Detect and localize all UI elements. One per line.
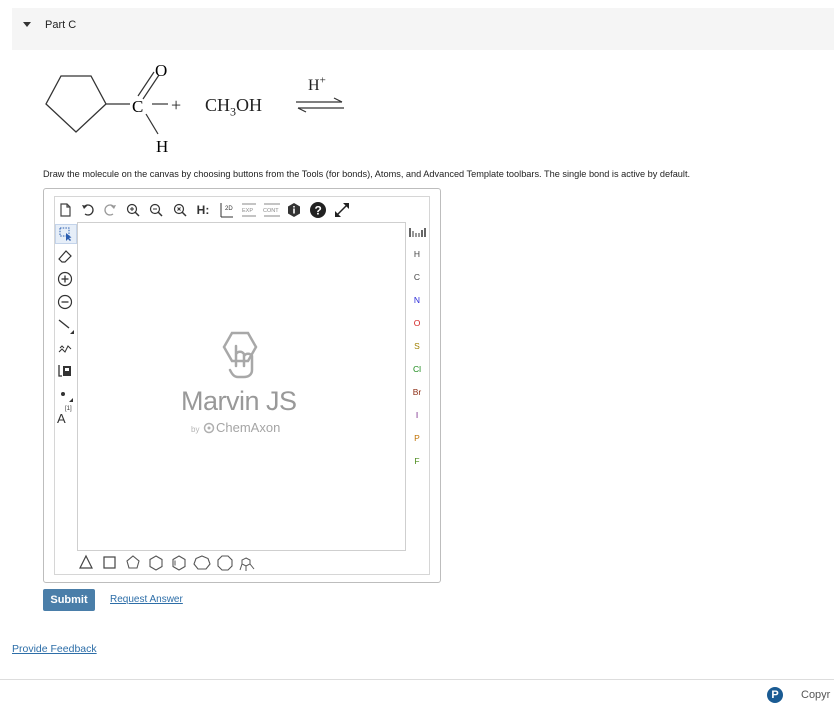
- atom-dot-tool-icon[interactable]: [57, 386, 75, 404]
- cyclooctane-template-icon[interactable]: [217, 555, 233, 571]
- template-tool-icon[interactable]: [56, 362, 74, 380]
- cycloheptane-template-icon[interactable]: [193, 555, 211, 570]
- text-tool-superscript: [1]: [65, 406, 72, 412]
- structure-info-icon[interactable]: [286, 202, 302, 218]
- zoom-in-icon[interactable]: [125, 202, 141, 218]
- chemaxon-logo-icon: [203, 422, 215, 434]
- chain-tool-icon[interactable]: [57, 340, 73, 356]
- expand-label: EXP: [242, 208, 253, 214]
- redo-icon[interactable]: [102, 202, 118, 218]
- atom-button-i[interactable]: I: [410, 410, 424, 420]
- fullscreen-icon[interactable]: [333, 201, 351, 219]
- selection-tool-icon[interactable]: [55, 224, 77, 244]
- marvin-logo-icon: [222, 331, 258, 379]
- catalyst-label: H+: [308, 75, 326, 95]
- aldehyde-structure: O C H: [45, 61, 168, 156]
- cyclopropane-template-icon[interactable]: [79, 554, 93, 569]
- atom-button-br[interactable]: Br: [410, 387, 424, 397]
- atom-button-n[interactable]: N: [410, 295, 424, 305]
- catalyst-text: H+: [308, 75, 326, 95]
- cyclobutane-template-icon[interactable]: [103, 556, 116, 569]
- request-answer-link[interactable]: Request Answer: [110, 594, 183, 605]
- equilibrium-arrow-icon: [296, 97, 344, 113]
- periodic-table-icon[interactable]: [408, 226, 426, 238]
- template-toolbar: [79, 554, 255, 571]
- marvin-logo-text: Marvin JS: [181, 386, 297, 416]
- help-icon[interactable]: ?: [309, 201, 327, 219]
- methanol-formula: CH3OH: [205, 95, 262, 120]
- carbon-label: C: [132, 97, 143, 116]
- provide-feedback-link[interactable]: Provide Feedback: [12, 643, 97, 655]
- steroid-template-icon[interactable]: [239, 557, 255, 571]
- undo-icon[interactable]: [80, 202, 96, 218]
- cyclopentane-template-icon[interactable]: [126, 555, 140, 569]
- contract-groups-button[interactable]: CONT: [262, 201, 282, 219]
- single-bond-icon[interactable]: [57, 317, 75, 335]
- atom-button-f[interactable]: F: [410, 456, 424, 466]
- new-document-icon[interactable]: [56, 202, 74, 218]
- increase-charge-icon[interactable]: [57, 271, 73, 287]
- expand-groups-button[interactable]: EXP: [240, 201, 258, 219]
- atom-button-h[interactable]: H: [410, 249, 424, 259]
- submit-button[interactable]: Submit: [43, 589, 95, 611]
- atom-button-cl[interactable]: Cl: [410, 364, 424, 374]
- part-header[interactable]: [12, 8, 834, 50]
- explicit-hydrogens-button[interactable]: H:: [194, 202, 212, 218]
- text-tool-button[interactable]: A [1]: [56, 406, 76, 426]
- footer-divider: [0, 679, 834, 680]
- eraser-icon[interactable]: [57, 248, 73, 264]
- instructions-text: Draw the molecule on the canvas by choos…: [43, 169, 691, 179]
- clean-2d-label: 2D: [225, 206, 233, 212]
- atom-button-c[interactable]: C: [410, 272, 424, 282]
- zoom-reset-icon[interactable]: [172, 202, 188, 218]
- logo-by-text: by: [191, 425, 200, 434]
- atom-button-s[interactable]: S: [410, 341, 424, 351]
- svg-text:?: ?: [315, 204, 322, 218]
- text-tool-label: A: [57, 411, 66, 426]
- atom-button-o[interactable]: O: [410, 318, 424, 328]
- atom-button-p[interactable]: P: [410, 433, 424, 443]
- methanol-text: CH3OH: [205, 95, 263, 119]
- cyclohexane-template-icon[interactable]: [149, 555, 163, 571]
- plus-sign: +: [171, 95, 182, 115]
- oxygen-label: O: [155, 61, 167, 80]
- chemaxon-logo-text: ChemAxon: [216, 420, 281, 435]
- decrease-charge-icon[interactable]: [57, 294, 73, 310]
- clean-2d-button[interactable]: 2D: [219, 201, 235, 219]
- zoom-out-icon[interactable]: [148, 202, 164, 218]
- hydrogen-label: H: [156, 137, 168, 156]
- caret-down-icon[interactable]: [23, 22, 31, 27]
- copyright-text: Copyr: [801, 689, 831, 701]
- contract-label: CONT: [263, 208, 279, 214]
- part-title: Part C: [45, 19, 77, 31]
